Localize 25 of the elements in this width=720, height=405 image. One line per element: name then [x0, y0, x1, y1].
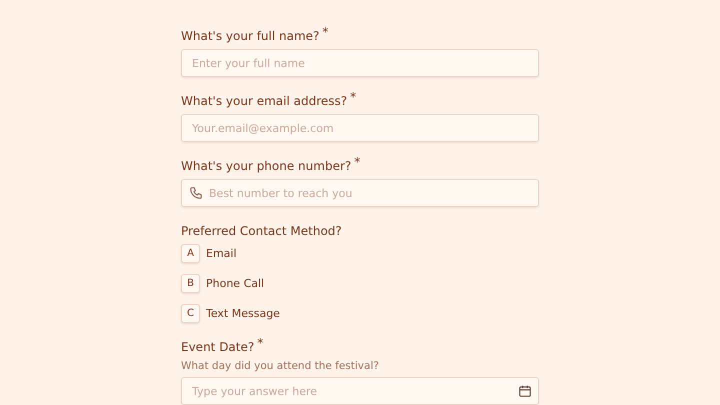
- text-field[interactable]: Your.email@example.com: [181, 114, 539, 142]
- required-asterisk: *: [257, 336, 264, 350]
- calendar-icon: [518, 384, 532, 398]
- phone-field[interactable]: Best number to reach you: [181, 179, 539, 207]
- question-label: What's your full name?: [181, 29, 320, 43]
- option-key: C: [181, 304, 200, 323]
- question-description: What day did you attend the festival?: [181, 360, 380, 372]
- question-label: Preferred Contact Method?: [181, 224, 342, 238]
- choice-option[interactable]: B Phone Call: [181, 274, 539, 293]
- phone-icon: [189, 186, 203, 200]
- required-asterisk: *: [354, 155, 360, 169]
- required-asterisk: *: [350, 90, 356, 104]
- choice-option[interactable]: A Email: [181, 244, 539, 263]
- required-asterisk: *: [322, 25, 328, 39]
- option-key: A: [181, 244, 200, 263]
- question-label: What's your email address?: [181, 94, 348, 108]
- text-field[interactable]: Enter your full name: [181, 49, 539, 77]
- option-key: B: [181, 274, 200, 293]
- option-label: Email: [206, 247, 237, 260]
- option-label: Text Message: [206, 307, 280, 320]
- choice-option[interactable]: C Text Message: [181, 304, 539, 323]
- date-field[interactable]: Type your answer here: [181, 377, 539, 405]
- option-label: Phone Call: [206, 277, 264, 290]
- question-label: What's your phone number?: [181, 159, 352, 173]
- question-label: Event Date?: [181, 340, 254, 354]
